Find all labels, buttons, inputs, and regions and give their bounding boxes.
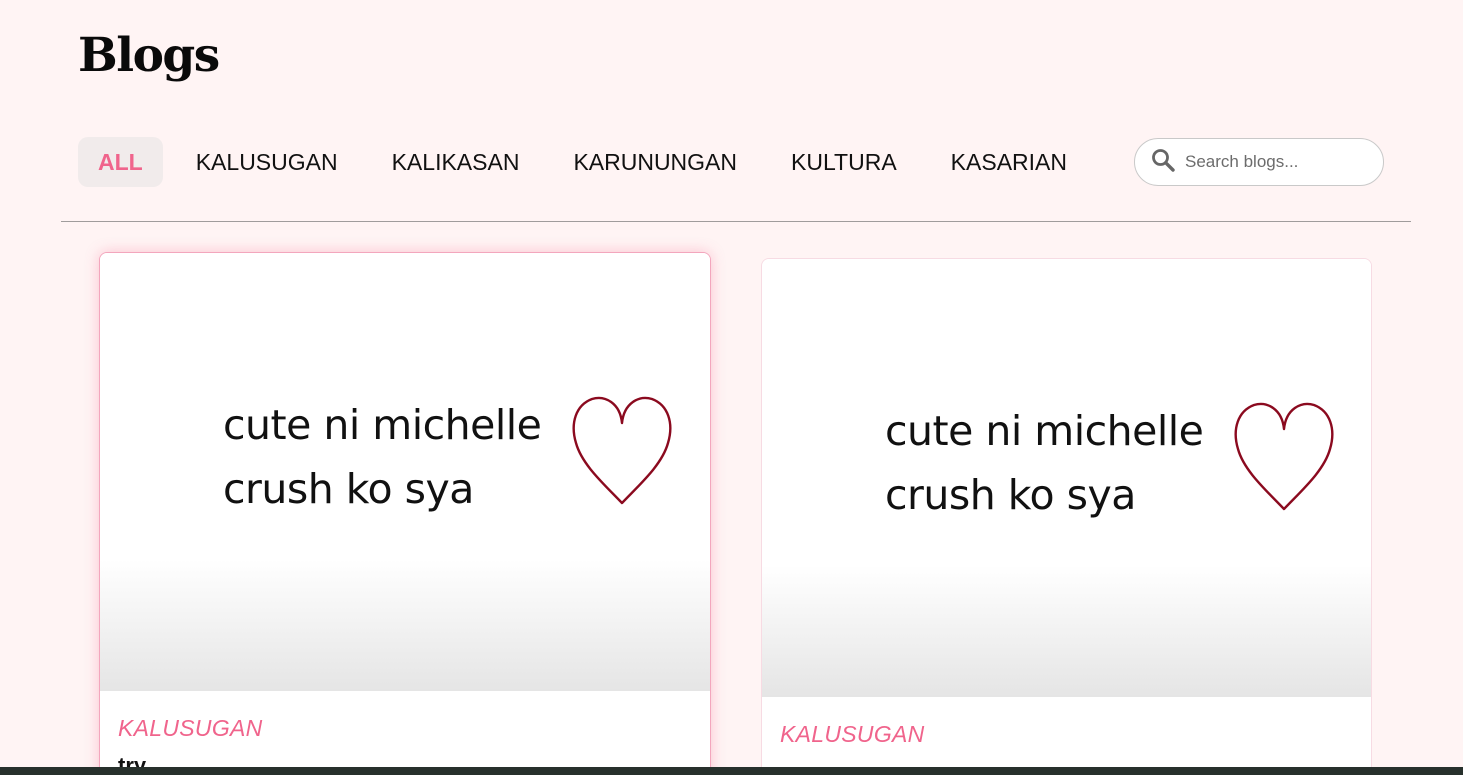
tab-kalikasan[interactable]: KALIKASAN (372, 137, 540, 187)
heart-icon (572, 396, 672, 505)
heart-icon (1234, 402, 1334, 511)
blog-card-image: cute ni michelle crush ko sya (100, 253, 710, 691)
search-icon (1151, 148, 1175, 177)
blogs-page: Blogs ALL KALUSUGAN KALIKASAN KARUNUNGAN… (0, 0, 1463, 775)
header-divider (61, 221, 1411, 222)
page-title: Blogs (78, 28, 220, 83)
blog-card-category: KALUSUGAN (118, 715, 263, 741)
image-text-line: cute ni michelle (885, 407, 1204, 455)
blog-card-category: KALUSUGAN (780, 721, 925, 747)
blog-card[interactable]: cute ni michelle crush ko sya KALUSUGAN … (99, 252, 711, 775)
taskbar-edge (0, 767, 1463, 775)
tab-kasarian[interactable]: KASARIAN (931, 137, 1087, 187)
tab-karunungan[interactable]: KARUNUNGAN (553, 137, 757, 187)
image-text-line: crush ko sya (223, 465, 474, 513)
tab-kalusugan[interactable]: KALUSUGAN (176, 137, 358, 187)
search-input[interactable] (1185, 152, 1365, 172)
tab-all[interactable]: ALL (78, 137, 163, 187)
blog-card[interactable]: cute ni michelle crush ko sya KALUSUGAN (761, 258, 1372, 775)
image-text-line: cute ni michelle (223, 401, 542, 449)
image-text-line: crush ko sya (885, 471, 1136, 519)
search-box[interactable] (1134, 138, 1384, 186)
tab-kultura[interactable]: KULTURA (771, 137, 917, 187)
category-tabs: ALL KALUSUGAN KALIKASAN KARUNUNGAN KULTU… (78, 137, 1101, 187)
blog-card-image: cute ni michelle crush ko sya (762, 259, 1371, 697)
